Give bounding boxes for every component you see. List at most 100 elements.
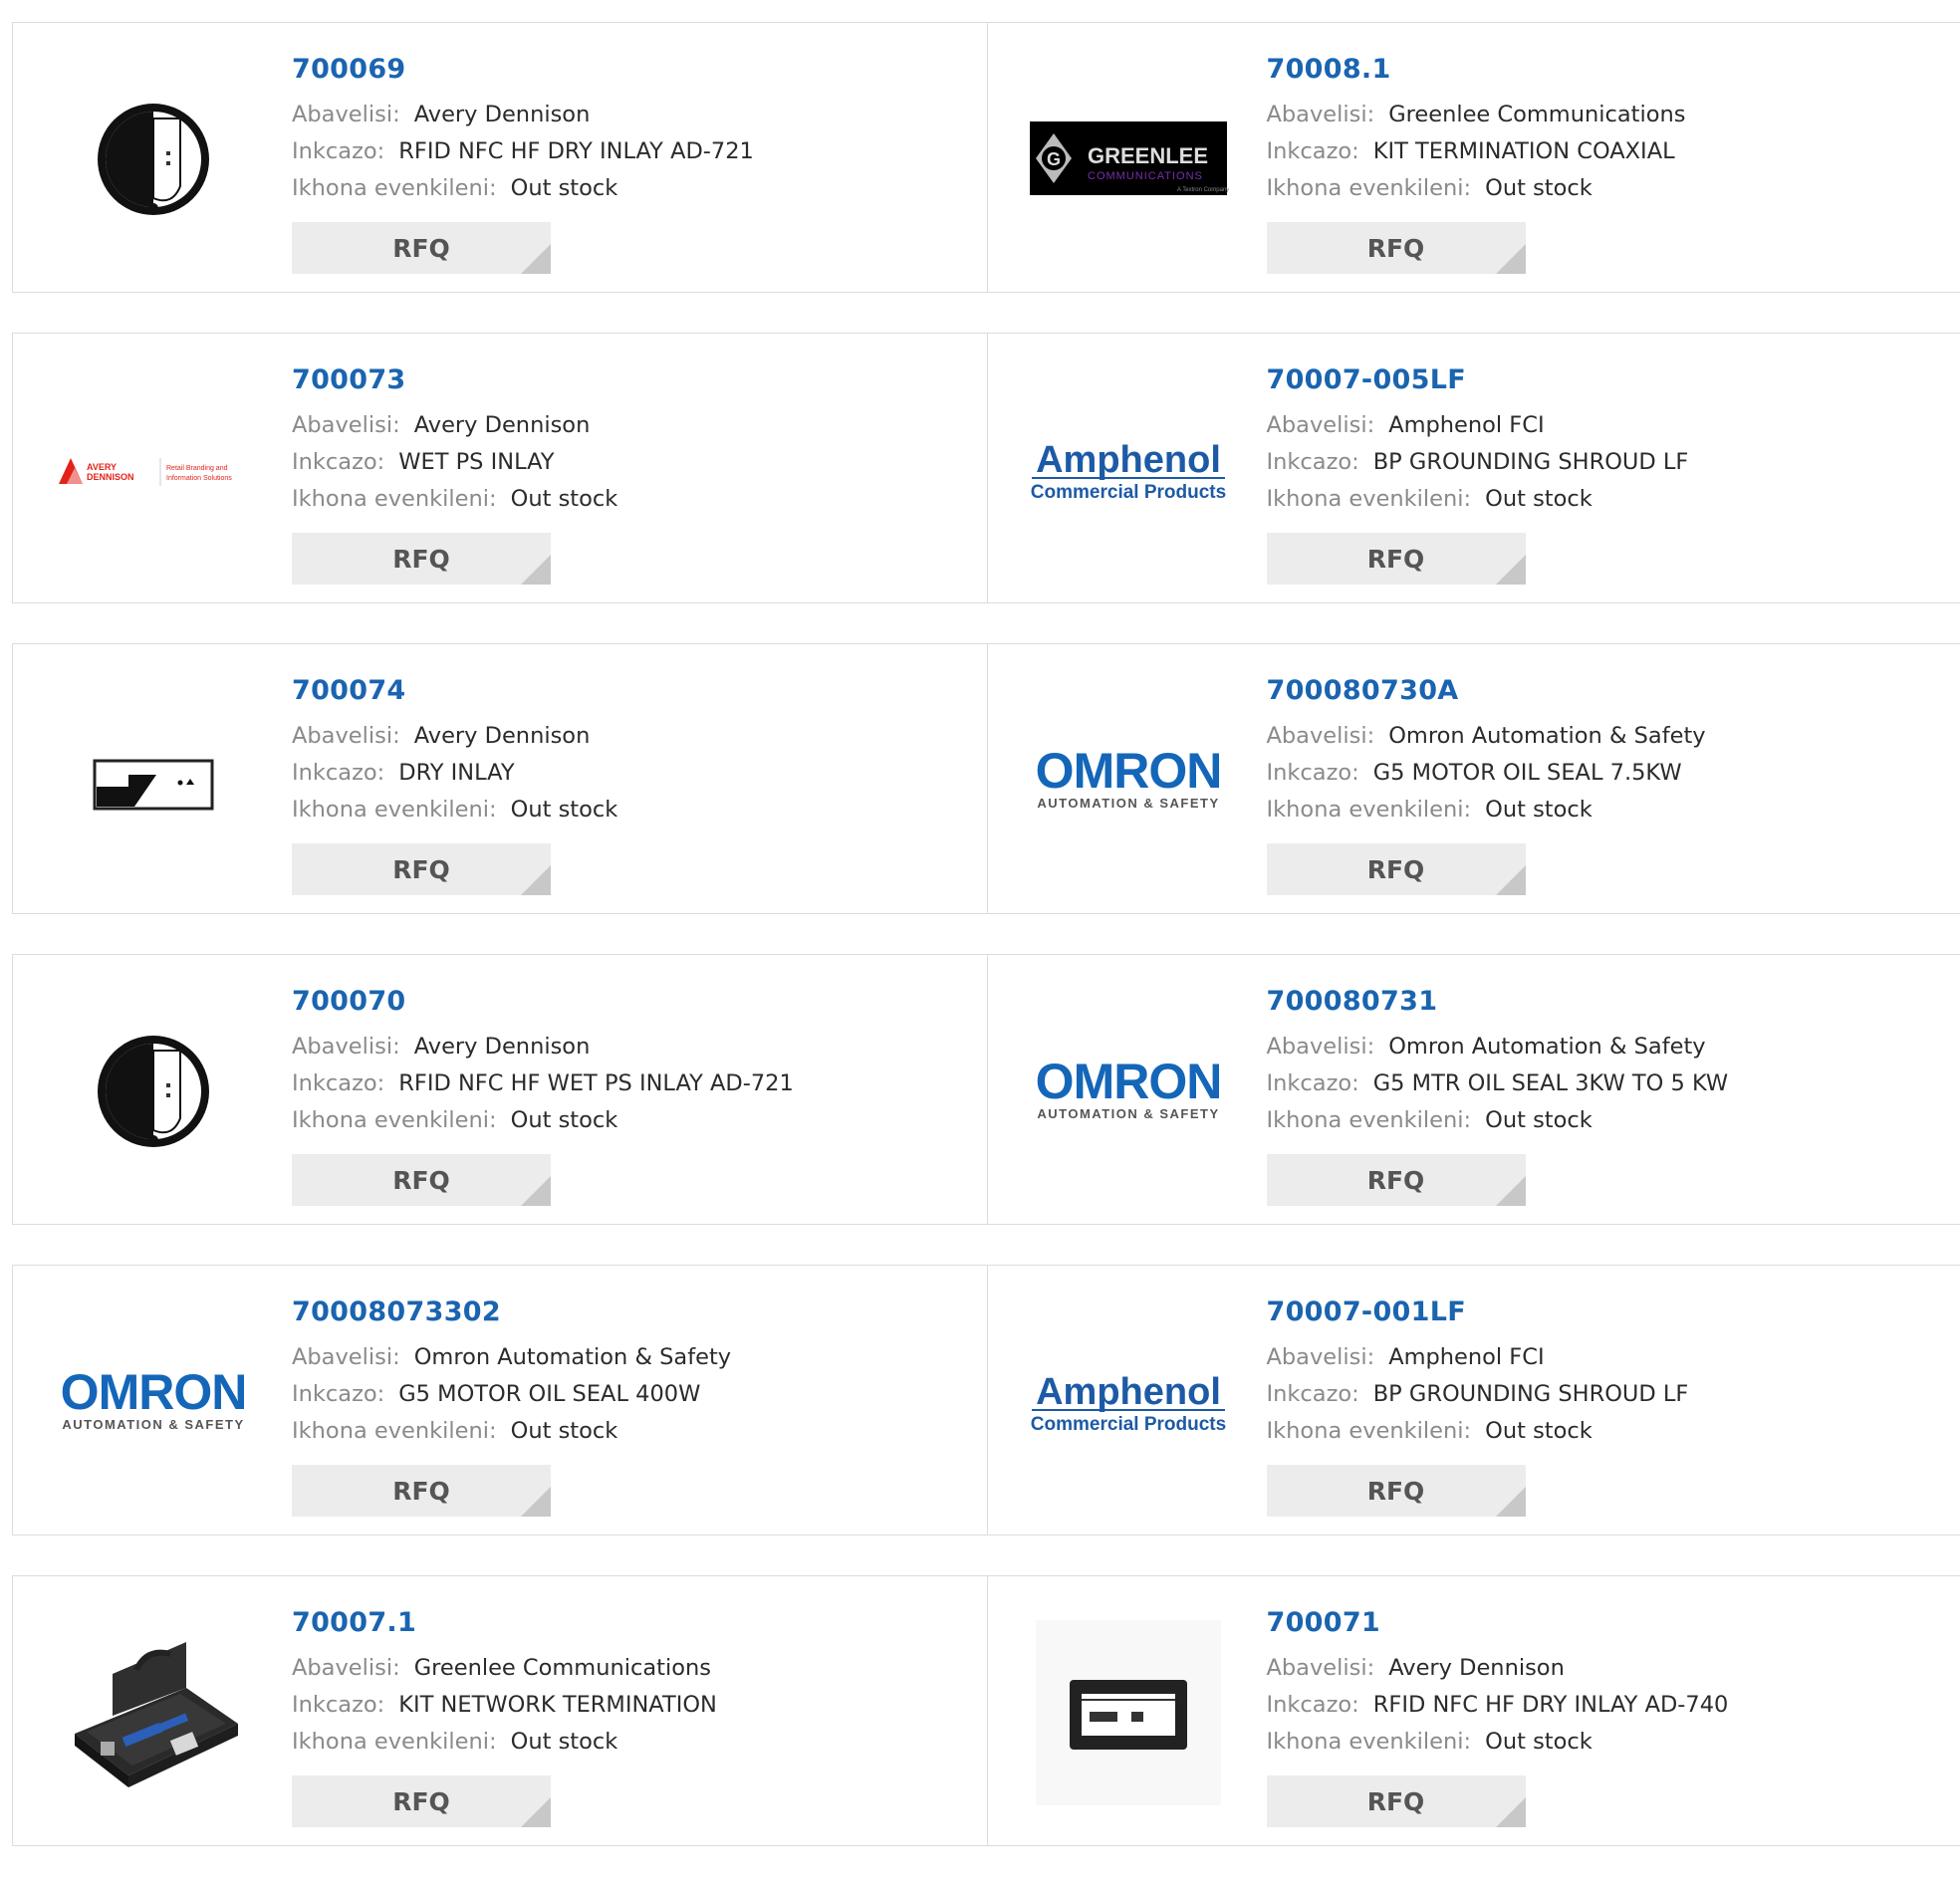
description-label: Inkcazo: (1267, 1070, 1359, 1096)
product-card: 700074 Abavelisi:Avery Dennison Inkcazo:… (13, 644, 987, 913)
description-label: Inkcazo: (292, 760, 384, 786)
amphenol-logo-image[interactable]: Amphenol Commercial Products (1028, 1301, 1229, 1503)
corner-triangle-icon (521, 1176, 551, 1206)
manufacturer-label: Abavelisi: (1267, 1344, 1375, 1370)
omron-logo-image[interactable]: OMRON AUTOMATION & SAFETY (1028, 680, 1229, 881)
omron-logo-image[interactable]: OMRON AUTOMATION & SAFETY (53, 1301, 254, 1503)
rfq-label: RFQ (1367, 234, 1425, 263)
description-row: Inkcazo:G5 MTR OIL SEAL 3KW TO 5 KW (1267, 1065, 1729, 1102)
svg-text:G: G (1046, 149, 1060, 169)
manufacturer-value: Avery Dennison (414, 1034, 591, 1060)
description-label: Inkcazo: (1267, 1692, 1359, 1718)
description-value: G5 MOTOR OIL SEAL 400W (398, 1381, 700, 1407)
manufacturer-label: Abavelisi: (292, 412, 400, 438)
part-number-link[interactable]: 70007-001LF (1267, 1296, 1689, 1329)
product-info: 700073 Abavelisi: Avery Dennison Inkcazo:… (292, 363, 617, 518)
description-row: Inkcazo:WET PS INLAY (292, 444, 617, 481)
part-number-link[interactable]: 70007.1 (292, 1606, 717, 1640)
part-number-link[interactable]: 700069 (292, 53, 754, 87)
product-row: AVERY DENNISON Retail Branding and Infor… (12, 333, 1960, 603)
rfq-button[interactable]: RFQ (1267, 843, 1526, 895)
omron-logo-image[interactable]: OMRON AUTOMATION & SAFETY (1028, 991, 1229, 1192)
stock-label: Ikhona evenkileni: (292, 1107, 497, 1133)
rfq-button[interactable]: RFQ (1267, 533, 1526, 585)
round-inlay-image[interactable] (53, 991, 254, 1192)
description-row: Inkcazo:DRY INLAY (292, 755, 617, 792)
stock-value: Out stock (511, 797, 618, 823)
description-label: Inkcazo: (292, 1381, 384, 1407)
rect-inlay-image[interactable] (53, 680, 254, 881)
avery-dennison-logo-image[interactable]: AVERY DENNISON Retail Branding and Infor… (53, 369, 254, 571)
product-info: 700074 Abavelisi:Avery Dennison Inkcazo:… (292, 674, 617, 828)
round-inlay-image[interactable] (53, 59, 254, 260)
stock-row: Ikhona evenkileni:Out stock (292, 1413, 731, 1450)
greenlee-logo-image[interactable]: G GREENLEE COMMUNICATIONS A Textron Comp… (1028, 59, 1229, 260)
stock-label: Ikhona evenkileni: (292, 1418, 497, 1444)
product-card: Amphenol Commercial Products 70007-001LF… (987, 1266, 1960, 1534)
rfq-button[interactable]: RFQ (292, 533, 551, 585)
stock-row: Ikhona evenkileni:Out stock (1267, 1724, 1729, 1761)
corner-triangle-icon (1496, 555, 1526, 585)
rfq-button[interactable]: RFQ (292, 1465, 551, 1517)
rfq-button[interactable]: RFQ (1267, 1465, 1526, 1517)
svg-text:AUTOMATION & SAFETY: AUTOMATION & SAFETY (1037, 1106, 1219, 1121)
stock-row: Ikhona evenkileni:Out stock (292, 481, 617, 518)
part-number-link[interactable]: 70008073302 (292, 1296, 731, 1329)
rfq-button[interactable]: RFQ (292, 1775, 551, 1827)
rfq-label: RFQ (1367, 1787, 1425, 1816)
description-value: KIT TERMINATION COAXIAL (1373, 138, 1675, 164)
manufacturer-label: Abavelisi: (292, 1344, 400, 1370)
stock-value: Out stock (511, 1107, 618, 1133)
part-number-link[interactable]: 700080731 (1267, 985, 1729, 1019)
amphenol-logo-image[interactable]: Amphenol Commercial Products (1028, 369, 1229, 571)
manufacturer-value: Avery Dennison (414, 412, 591, 438)
corner-triangle-icon (521, 555, 551, 585)
manufacturer-row: Abavelisi:Omron Automation & Safety (1267, 718, 1706, 755)
rfq-button[interactable]: RFQ (292, 843, 551, 895)
manufacturer-label: Abavelisi: (1267, 1034, 1375, 1060)
manufacturer-label: Abavelisi: (1267, 1655, 1375, 1681)
stock-row: Ikhona evenkileni:Out stock (1267, 1102, 1729, 1139)
manufacturer-value: Greenlee Communications (414, 1655, 711, 1681)
rfq-button[interactable]: RFQ (1267, 1154, 1526, 1206)
part-number-link[interactable]: 70008.1 (1267, 53, 1686, 87)
product-card: 700069 Abavelisi:Avery Dennison Inkcazo:… (13, 23, 987, 292)
stock-label: Ikhona evenkileni: (292, 797, 497, 823)
rfq-button[interactable]: RFQ (1267, 1775, 1526, 1827)
manufacturer-label: Abavelisi: (292, 102, 400, 127)
product-row: 700074 Abavelisi:Avery Dennison Inkcazo:… (12, 643, 1960, 914)
product-row: 700069 Abavelisi:Avery Dennison Inkcazo:… (12, 22, 1960, 293)
part-number-link[interactable]: 700070 (292, 985, 794, 1019)
stock-value: Out stock (1485, 1418, 1592, 1444)
rfq-label: RFQ (392, 234, 450, 263)
product-card: OMRON AUTOMATION & SAFETY 70008073302 Ab… (13, 1266, 987, 1534)
svg-text:OMRON: OMRON (1035, 1057, 1221, 1109)
tool-case-image[interactable] (53, 1612, 254, 1813)
product-info: 70007.1 Abavelisi:Greenlee Communication… (292, 1606, 717, 1761)
svg-text:Amphenol: Amphenol (1036, 439, 1221, 481)
description-row: Inkcazo:KIT TERMINATION COAXIAL (1267, 133, 1686, 170)
manufacturer-row: Abavelisi:Omron Automation & Safety (292, 1339, 731, 1376)
card-inlay-image[interactable] (1028, 1612, 1229, 1813)
part-number-link[interactable]: 700073 (292, 363, 617, 397)
rfq-button[interactable]: RFQ (292, 1154, 551, 1206)
product-row: OMRON AUTOMATION & SAFETY 70008073302 Ab… (12, 1265, 1960, 1535)
stock-label: Ikhona evenkileni: (1267, 486, 1472, 512)
part-number-link[interactable]: 70007-005LF (1267, 363, 1689, 397)
manufacturer-value: Amphenol FCI (1388, 412, 1544, 438)
product-card: 70007.1 Abavelisi:Greenlee Communication… (13, 1576, 987, 1845)
stock-value: Out stock (1485, 1729, 1592, 1755)
rfq-button[interactable]: RFQ (1267, 222, 1526, 274)
product-info: 700080730A Abavelisi:Omron Automation & … (1267, 674, 1706, 828)
description-row: Inkcazo: G5 MOTOR OIL SEAL 400W (292, 1376, 731, 1413)
part-number-link[interactable]: 700074 (292, 674, 617, 708)
rfq-label: RFQ (392, 1477, 450, 1506)
part-number-link[interactable]: 700080730A (1267, 674, 1706, 708)
rfq-button[interactable]: RFQ (292, 222, 551, 274)
corner-triangle-icon (521, 1797, 551, 1827)
manufacturer-value: Omron Automation & Safety (1388, 723, 1705, 749)
product-info: 70008.1 Abavelisi:Greenlee Communication… (1267, 53, 1686, 207)
part-number-link[interactable]: 700071 (1267, 1606, 1729, 1640)
stock-value: Out stock (511, 1729, 618, 1755)
product-card: OMRON AUTOMATION & SAFETY 700080730A Aba… (987, 644, 1960, 913)
